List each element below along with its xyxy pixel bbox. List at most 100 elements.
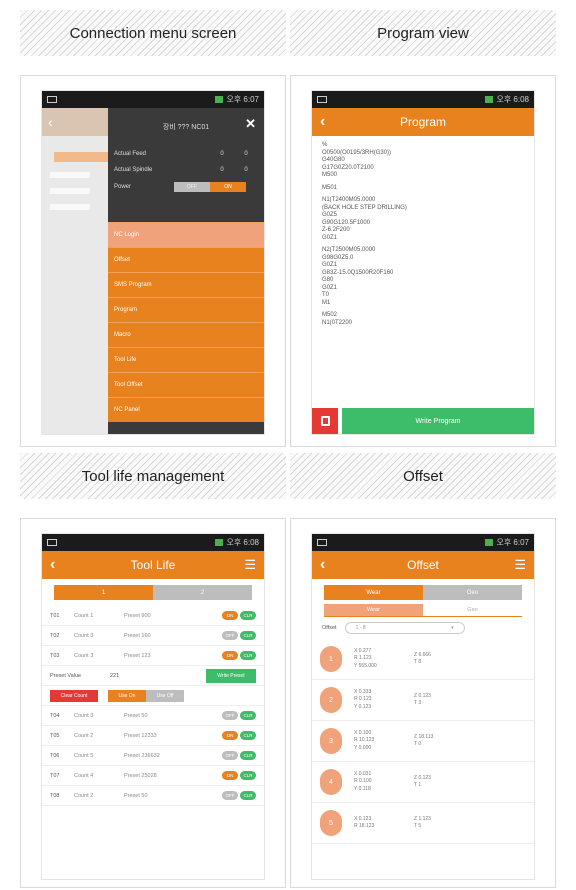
code-block: M501 [322,184,338,191]
clear-button[interactable]: CLR [240,791,256,800]
clear-button[interactable]: CLR [240,731,256,740]
tool-row: T05 Count 2 Preset 12333 ON CLR [42,726,264,746]
power-off-button[interactable]: OFF [174,182,210,192]
offset-sub-tabs: Wear Geo [324,604,522,617]
notification-icon [47,96,57,103]
use-off-button[interactable]: Use Off [146,689,184,702]
tool-row: T08 Count 2 Preset 50 OFF CLR [42,786,264,806]
menu-item-macro[interactable]: Macro [108,322,264,347]
screenshot-frame: 오후 6:07 ‹ 장비 ??? NC01 ✕ Actual Feed 0 0 [20,75,286,447]
status-bar: 오후 6:07 [42,91,264,108]
use-toggle-group: Use On Use Off [108,689,184,702]
offset-panel: Offset 오후 6:07 ‹ Offset ☰ Wear Geo Wear … [290,453,556,888]
menu-item-tool-offset[interactable]: Tool Offset [108,372,264,397]
use-toggle[interactable]: OFF [222,791,238,800]
power-on-button[interactable]: ON [210,182,246,192]
status-time: 오후 6:08 [226,538,259,547]
clear-button[interactable]: CLR [240,631,256,640]
offset-selector-row: Offset 1 - 8 ▾ [312,617,534,639]
menu-item-nc-login[interactable]: NC Login [108,222,264,247]
screenshot-frame: 오후 6:08 ‹ Tool Life ☰ 1 2 T01 Count 1 Pr… [20,518,286,888]
page-title: Program [399,115,446,129]
back-icon[interactable]: ‹ [320,556,336,574]
write-preset-button[interactable]: Write Preset [206,668,256,683]
menu-item-sms-program[interactable]: SMS Program [108,272,264,297]
offset-item[interactable]: 4 X 0.031 R 0.100 Y 0.118 Z 0.123 T 1 [312,762,534,803]
menu-icon[interactable]: ☰ [510,557,526,573]
menu-item-tool-life[interactable]: Tool Life [108,347,264,372]
phone-screen: 오후 6:08 ‹ Program % O0500(O0195/3RH(G30)… [312,91,534,434]
actual-spindle-row: Actual Spindle 0 0 [114,167,248,173]
status-bar: 오후 6:07 [312,534,534,551]
menu-icon[interactable]: ☰ [240,557,256,573]
code-block: M502 N1(0T2200 [322,312,353,326]
delete-button[interactable] [312,408,338,434]
tab-1[interactable]: 1 [54,585,153,600]
use-toggle[interactable]: OFF [222,751,238,760]
clear-button[interactable]: CLR [240,651,256,660]
machine-header: 장비 ??? NC01 ✕ [108,108,264,146]
tool-life-panel: Tool life management 오후 6:08 ‹ Tool Life… [20,453,286,888]
phone-screen: 오후 6:07 ‹ Offset ☰ Wear Geo Wear Geo Off… [312,534,534,879]
screenshot-frame: 오후 6:08 ‹ Program % O0500(O0195/3RH(G30)… [290,75,556,447]
notification-icon [317,539,327,546]
use-toggle[interactable]: ON [222,731,238,740]
use-toggle[interactable]: ON [222,611,238,620]
close-icon[interactable]: ✕ [245,116,256,132]
tab-2[interactable]: 2 [153,585,252,600]
use-toggle[interactable]: ON [222,651,238,660]
menu-item-nc-panel[interactable]: NC Panel [108,397,264,422]
write-program-button[interactable]: Write Program [342,408,534,434]
status-time: 오후 6:07 [496,538,529,547]
clear-button[interactable]: CLR [240,611,256,620]
program-footer: Write Program [312,408,534,434]
tab-wear[interactable]: Wear [324,585,423,600]
back-icon[interactable]: ‹ [320,113,336,131]
battery-icon [215,539,224,546]
code-block: N1(T2400M05.0000 (BACK HOLE STEP DRILLIN… [322,197,407,241]
caption-tool-life: Tool life management [20,453,286,499]
back-icon: ‹ [42,108,108,136]
clear-button[interactable]: CLR [240,771,256,780]
use-toggle[interactable]: OFF [222,711,238,720]
offset-item[interactable]: 1 X 0.277 R 1.123 Y 555.000 Z 6.666 T 8 [312,639,534,680]
offset-tabs: Wear Geo [324,585,522,600]
offset-range-select[interactable]: 1 - 8 ▾ [344,622,465,634]
tool-row: T07 Count 4 Preset 25028 ON CLR [42,766,264,786]
offset-item[interactable]: 2 X 0.333 R 0.123 Y 0.123 Z 0.123 T 3 [312,680,534,721]
use-on-button[interactable]: Use On [108,689,146,702]
back-icon[interactable]: ‹ [50,556,66,574]
clear-button[interactable]: CLR [240,711,256,720]
preset-value-row: Preset Value 221 Write Preset [42,666,264,686]
screenshot-frame: 오후 6:07 ‹ Offset ☰ Wear Geo Wear Geo Off… [290,518,556,888]
phone-screen: 오후 6:08 ‹ Tool Life ☰ 1 2 T01 Count 1 Pr… [42,534,264,879]
preset-value-field[interactable]: 221 [110,673,206,679]
offset-item[interactable]: 5 X 0.123 R 18.123 Z 1.123 T 5 [312,803,534,844]
offset-item[interactable]: 3 X 0.100 R 10.123 Y 0.000 Z 18.113 T 0 [312,721,534,762]
connection-menu-panel: Connection menu screen 오후 6:07 ‹ 장비 ??? … [20,10,286,447]
sub-tab-geo[interactable]: Geo [423,604,522,616]
use-toggle[interactable]: ON [222,771,238,780]
chevron-down-icon: ▾ [451,625,454,631]
offset-appbar: ‹ Offset ☰ [312,551,534,579]
phone-screen: 오후 6:07 ‹ 장비 ??? NC01 ✕ Actual Feed 0 0 [42,91,264,434]
battery-icon [215,96,224,103]
trash-icon [320,416,330,426]
program-appbar: ‹ Program [312,108,534,136]
clear-count-button[interactable]: Clear Count [50,689,98,702]
power-row: Power OFF ON [108,178,264,196]
connection-menu-list: NC Login Offset SMS Program Program Macr… [108,222,264,422]
clear-button[interactable]: CLR [240,751,256,760]
tool-row: T02 Count 3 Preset 160 OFF CLR [42,626,264,646]
tab-geo[interactable]: Geo [423,585,522,600]
code-block: N2(T2500M05.0000 G98G0Z5.0 G0Z1 G83Z-15.… [322,247,394,306]
tool-row: T06 Count 5 Preset 236632 OFF CLR [42,746,264,766]
use-toggle[interactable]: OFF [222,631,238,640]
menu-item-program[interactable]: Program [108,297,264,322]
notification-icon [317,96,327,103]
tool-row: T03 Count 3 Preset 123 ON CLR [42,646,264,666]
menu-item-offset[interactable]: Offset [108,247,264,272]
status-bar: 오후 6:08 [42,534,264,551]
sub-tab-wear[interactable]: Wear [324,604,423,616]
program-view-panel: Program view 오후 6:08 ‹ Program % O0500(O… [290,10,556,447]
